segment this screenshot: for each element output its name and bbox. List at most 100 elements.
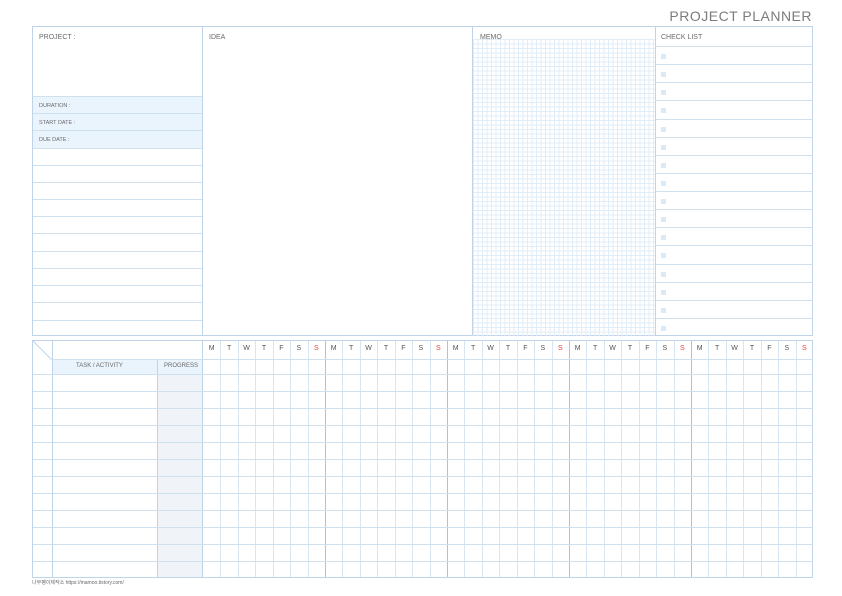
schedule-table: TASK / ACTIVITY PROGRESS M T W T F S S M T W T F S S M… [32,340,813,578]
table-row-line [52,359,813,360]
checklist-row-line [656,209,813,210]
day-header: F [401,345,406,352]
project-row-line [33,130,202,131]
checkbox[interactable] [661,127,666,132]
checkbox[interactable] [661,145,666,150]
checkbox[interactable] [661,163,666,168]
divider-memo-checklist [655,27,656,335]
day-header: W [243,345,250,352]
checklist-row-line [656,46,813,47]
checkbox[interactable] [661,54,666,59]
day-header: F [645,345,650,352]
top-panel: PROJECT : IDEA MEMO CHECK LIST DURATION … [32,26,813,336]
table-row-line [33,476,813,477]
table-row-line [33,527,813,528]
day-header: T [715,345,720,352]
day-header: F [279,345,284,352]
checkbox[interactable] [661,308,666,313]
start-date-label[interactable]: START DATE : [39,120,75,126]
checkbox[interactable] [661,326,666,331]
day-header: T [505,345,511,352]
task-activity-header: TASK / ACTIVITY [76,363,123,369]
project-row-line [33,113,202,114]
checklist-row-line [656,264,813,265]
checkbox[interactable] [661,108,666,113]
checkbox[interactable] [661,290,666,295]
checklist-row-line [656,64,813,65]
day-header: M [574,345,581,352]
day-header: S [557,345,563,352]
table-row-line [33,544,813,545]
table-row-line [33,442,813,443]
day-header: T [749,345,755,352]
table-row-line [33,408,813,409]
checkbox[interactable] [661,181,666,186]
checkbox[interactable] [661,199,666,204]
checklist-label: CHECK LIST [661,34,703,41]
footer: 나무펭이제작소 https://mamoo.tistory.com/ [32,580,124,586]
day-header: S [784,345,790,352]
day-header: M [452,345,459,352]
day-header: T [593,345,598,352]
project-row-line [33,285,202,286]
memo-grid[interactable] [473,39,655,336]
day-header: W [487,345,494,352]
checklist-row-line [656,173,813,174]
duration-label[interactable]: DURATION : [39,103,70,109]
day-header: S [801,345,807,352]
day-header: W [731,345,738,352]
day-header: S [540,345,546,352]
checkbox[interactable] [661,235,666,240]
day-header: T [349,345,354,352]
day-header: F [523,345,528,352]
checklist-row-line [656,155,813,156]
project-row-line [33,320,202,321]
checklist-row-line [656,300,813,301]
checklist-row-line [656,318,813,319]
day-header: S [313,345,319,352]
table-row-line [33,561,813,562]
table-row-line [33,510,813,511]
checklist-row-line [656,227,813,228]
day-header: M [696,345,703,352]
project-row-line [33,302,202,303]
day-header: T [627,345,633,352]
project-row-line [33,165,202,166]
checklist-row-line [656,82,813,83]
page-title: PROJECT PLANNER [669,8,812,24]
day-header: F [767,345,772,352]
checkbox[interactable] [661,272,666,277]
checklist-row-line [656,137,813,138]
table-row-line [33,425,813,426]
checkbox[interactable] [661,253,666,258]
day-header: T [227,345,232,352]
checklist-row-line [656,191,813,192]
project-row-line [33,199,202,200]
table-row-line [33,459,813,460]
day-header: T [383,345,389,352]
day-header: S [418,345,424,352]
project-row-line [33,182,202,183]
checkbox[interactable] [661,90,666,95]
idea-label: IDEA [209,34,226,41]
due-date-label[interactable]: DUE DATE : [39,137,69,143]
project-row-line [33,233,202,234]
table-row-line [33,493,813,494]
day-header: M [330,345,337,352]
project-row-line [33,96,202,97]
checklist-row-line [656,100,813,101]
checklist-row-line [656,282,813,283]
day-header: S [679,345,685,352]
table-row-line [33,374,813,375]
day-header: T [471,345,476,352]
table-row-line [33,391,813,392]
day-header: T [261,345,267,352]
checkbox[interactable] [661,72,666,77]
project-row-line [33,251,202,252]
checklist-row-line [656,245,813,246]
checkbox[interactable] [661,217,666,222]
progress-header: PROGRESS [164,363,199,369]
checklist-row-line [656,119,813,120]
day-header: S [296,345,302,352]
day-header: W [365,345,372,352]
